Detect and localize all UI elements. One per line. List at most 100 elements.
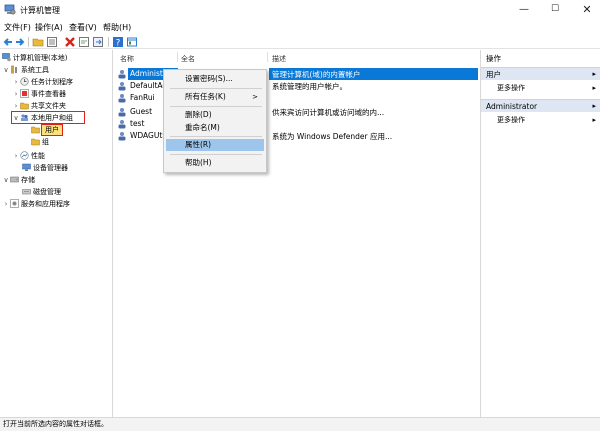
menu-action[interactable]: 操作(A) [35, 22, 63, 33]
tree-label: 性能 [31, 151, 45, 160]
chevron-right-icon[interactable]: › [2, 200, 10, 208]
users-group-icon [21, 114, 28, 121]
chevron-right-icon[interactable]: › [12, 102, 20, 110]
action-label: 更多操作 [497, 116, 525, 124]
view-icon[interactable] [126, 36, 138, 48]
folder-icon[interactable] [32, 36, 44, 48]
column-header-name[interactable]: 名称 [120, 54, 134, 64]
menu-help[interactable]: 帮助(H) [103, 22, 131, 33]
tree-item-event-viewer[interactable]: › 事件查看器 [12, 88, 66, 99]
tree-label: 组 [42, 137, 49, 146]
context-item-delete[interactable]: 删除(D) [166, 109, 264, 121]
menu-separator [170, 88, 262, 89]
triangle-up-icon: ▸ [592, 102, 596, 110]
tree-item-shared-folders[interactable]: › 共享文件夹 [12, 100, 66, 111]
minimize-button[interactable]: — [512, 2, 536, 17]
chevron-down-icon[interactable]: ∨ [2, 66, 10, 74]
tree-item-groups[interactable]: 组 [31, 136, 49, 147]
toolbar-separator [108, 37, 109, 47]
column-header-full-name[interactable]: 全名 [181, 54, 195, 64]
clock-icon [20, 77, 29, 86]
user-icon [118, 108, 126, 117]
row-name: test [130, 119, 145, 128]
row-description: 系统为 Windows Defender 应用... [272, 132, 393, 141]
context-item-properties[interactable]: 属性(R) [166, 139, 264, 151]
properties-list-icon[interactable] [46, 36, 58, 48]
tree-item-users[interactable]: 用户 [31, 123, 63, 136]
maximize-button[interactable]: ☐ [543, 2, 567, 17]
user-icon [118, 132, 126, 141]
column-divider[interactable] [177, 52, 178, 62]
chevron-right-icon[interactable]: › [12, 90, 20, 98]
row-name: Administ [130, 69, 163, 78]
tree-item-performance[interactable]: › 性能 [12, 150, 45, 161]
disk-icon [22, 189, 31, 195]
context-menu: 设置密码(S)... 所有任务(K) > 删除(D) 重命名(M) 属性(R) … [163, 69, 267, 173]
export-icon[interactable] [92, 36, 104, 48]
menu-view[interactable]: 查看(V) [69, 22, 97, 33]
window-title: 计算机管理 [20, 6, 60, 15]
tree-label: 磁盘管理 [33, 187, 61, 196]
context-item-all-tasks[interactable]: 所有任务(K) > [166, 91, 264, 103]
tree-item-device-manager[interactable]: 设备管理器 [22, 162, 68, 173]
close-button[interactable]: ✕ [575, 2, 599, 17]
tree-label: 本地用户和组 [31, 113, 73, 122]
event-viewer-icon [20, 89, 29, 98]
context-item-rename[interactable]: 重命名(M) [166, 122, 264, 134]
actions-section-users[interactable]: 用户 ▸ [481, 67, 600, 80]
chevron-right-icon[interactable]: › [12, 152, 20, 160]
status-bar: 打开当前所选内容的属性对话框。 [0, 417, 600, 431]
device-manager-icon [22, 163, 31, 171]
computer-management-icon [4, 4, 16, 15]
row-name: Guest [130, 107, 153, 116]
toolbar: ? [0, 35, 600, 49]
menu-file[interactable]: 文件(F) [4, 22, 31, 33]
back-arrow-icon[interactable] [2, 36, 14, 48]
context-item-help[interactable]: 帮助(H) [166, 157, 264, 169]
column-header-description[interactable]: 描述 [272, 54, 286, 64]
tree-item-task-scheduler[interactable]: › 任务计划程序 [12, 76, 73, 87]
chevron-down-icon[interactable]: ∨ [2, 176, 10, 184]
context-item-set-password[interactable]: 设置密码(S)... [166, 73, 264, 85]
user-icon [118, 82, 126, 91]
svg-text:?: ? [116, 39, 121, 49]
folder-icon [31, 138, 40, 146]
row-description: 管理计算机(域)的内置帐户 [272, 70, 361, 79]
tree-item-local-users-groups[interactable]: ∨ 本地用户和组 [11, 111, 85, 124]
forward-arrow-icon[interactable] [14, 36, 26, 48]
folder-icon [31, 126, 40, 134]
tree-item-services-apps[interactable]: › 服务和应用程序 [2, 198, 70, 209]
tree-label-users-selected: 用户 [41, 123, 63, 136]
action-label: 更多操作 [497, 84, 525, 92]
tree-item-disk-management[interactable]: 磁盘管理 [22, 186, 61, 197]
shared-folder-icon [20, 102, 29, 110]
user-icon [118, 70, 126, 79]
computer-management-icon [2, 53, 11, 62]
triangle-right-icon: ▸ [592, 116, 596, 124]
tree-label: 计算机管理(本地) [13, 53, 68, 62]
chevron-right-icon[interactable]: › [12, 78, 20, 86]
delete-x-icon[interactable] [64, 36, 76, 48]
context-item-label: 所有任务(K) [185, 92, 226, 101]
actions-pane: 操作 用户 ▸ 更多操作 ▸ Administrator ▸ 更多操作 ▸ [480, 50, 600, 417]
triangle-right-icon: ▸ [592, 84, 596, 92]
tools-icon [11, 65, 17, 74]
menu-bar: 文件(F) 操作(A) 查看(V) 帮助(H) [0, 20, 600, 35]
action-more-actions[interactable]: 更多操作 ▸ [481, 114, 600, 126]
chevron-down-icon[interactable]: ∨ [12, 114, 20, 122]
refresh-icon[interactable] [78, 36, 90, 48]
tree-item-system-tools[interactable]: ∨ 系统工具 [2, 64, 49, 75]
action-more-actions[interactable]: 更多操作 ▸ [481, 82, 600, 94]
menu-separator [170, 154, 262, 155]
actions-section-administrator[interactable]: Administrator ▸ [481, 99, 600, 112]
section-label: 用户 [486, 70, 501, 79]
column-divider[interactable] [267, 52, 268, 62]
tree-item-storage[interactable]: ∨ 存储 [2, 174, 35, 185]
row-name: WDAGUtil [130, 131, 167, 140]
tree-item-computer-management[interactable]: 计算机管理(本地) [2, 52, 67, 63]
toolbar-separator [28, 37, 29, 47]
title-bar: 计算机管理 — ☐ ✕ [0, 0, 600, 20]
help-icon[interactable]: ? [112, 36, 124, 48]
user-icon [118, 94, 126, 103]
row-name: DefaultAc [130, 81, 167, 90]
